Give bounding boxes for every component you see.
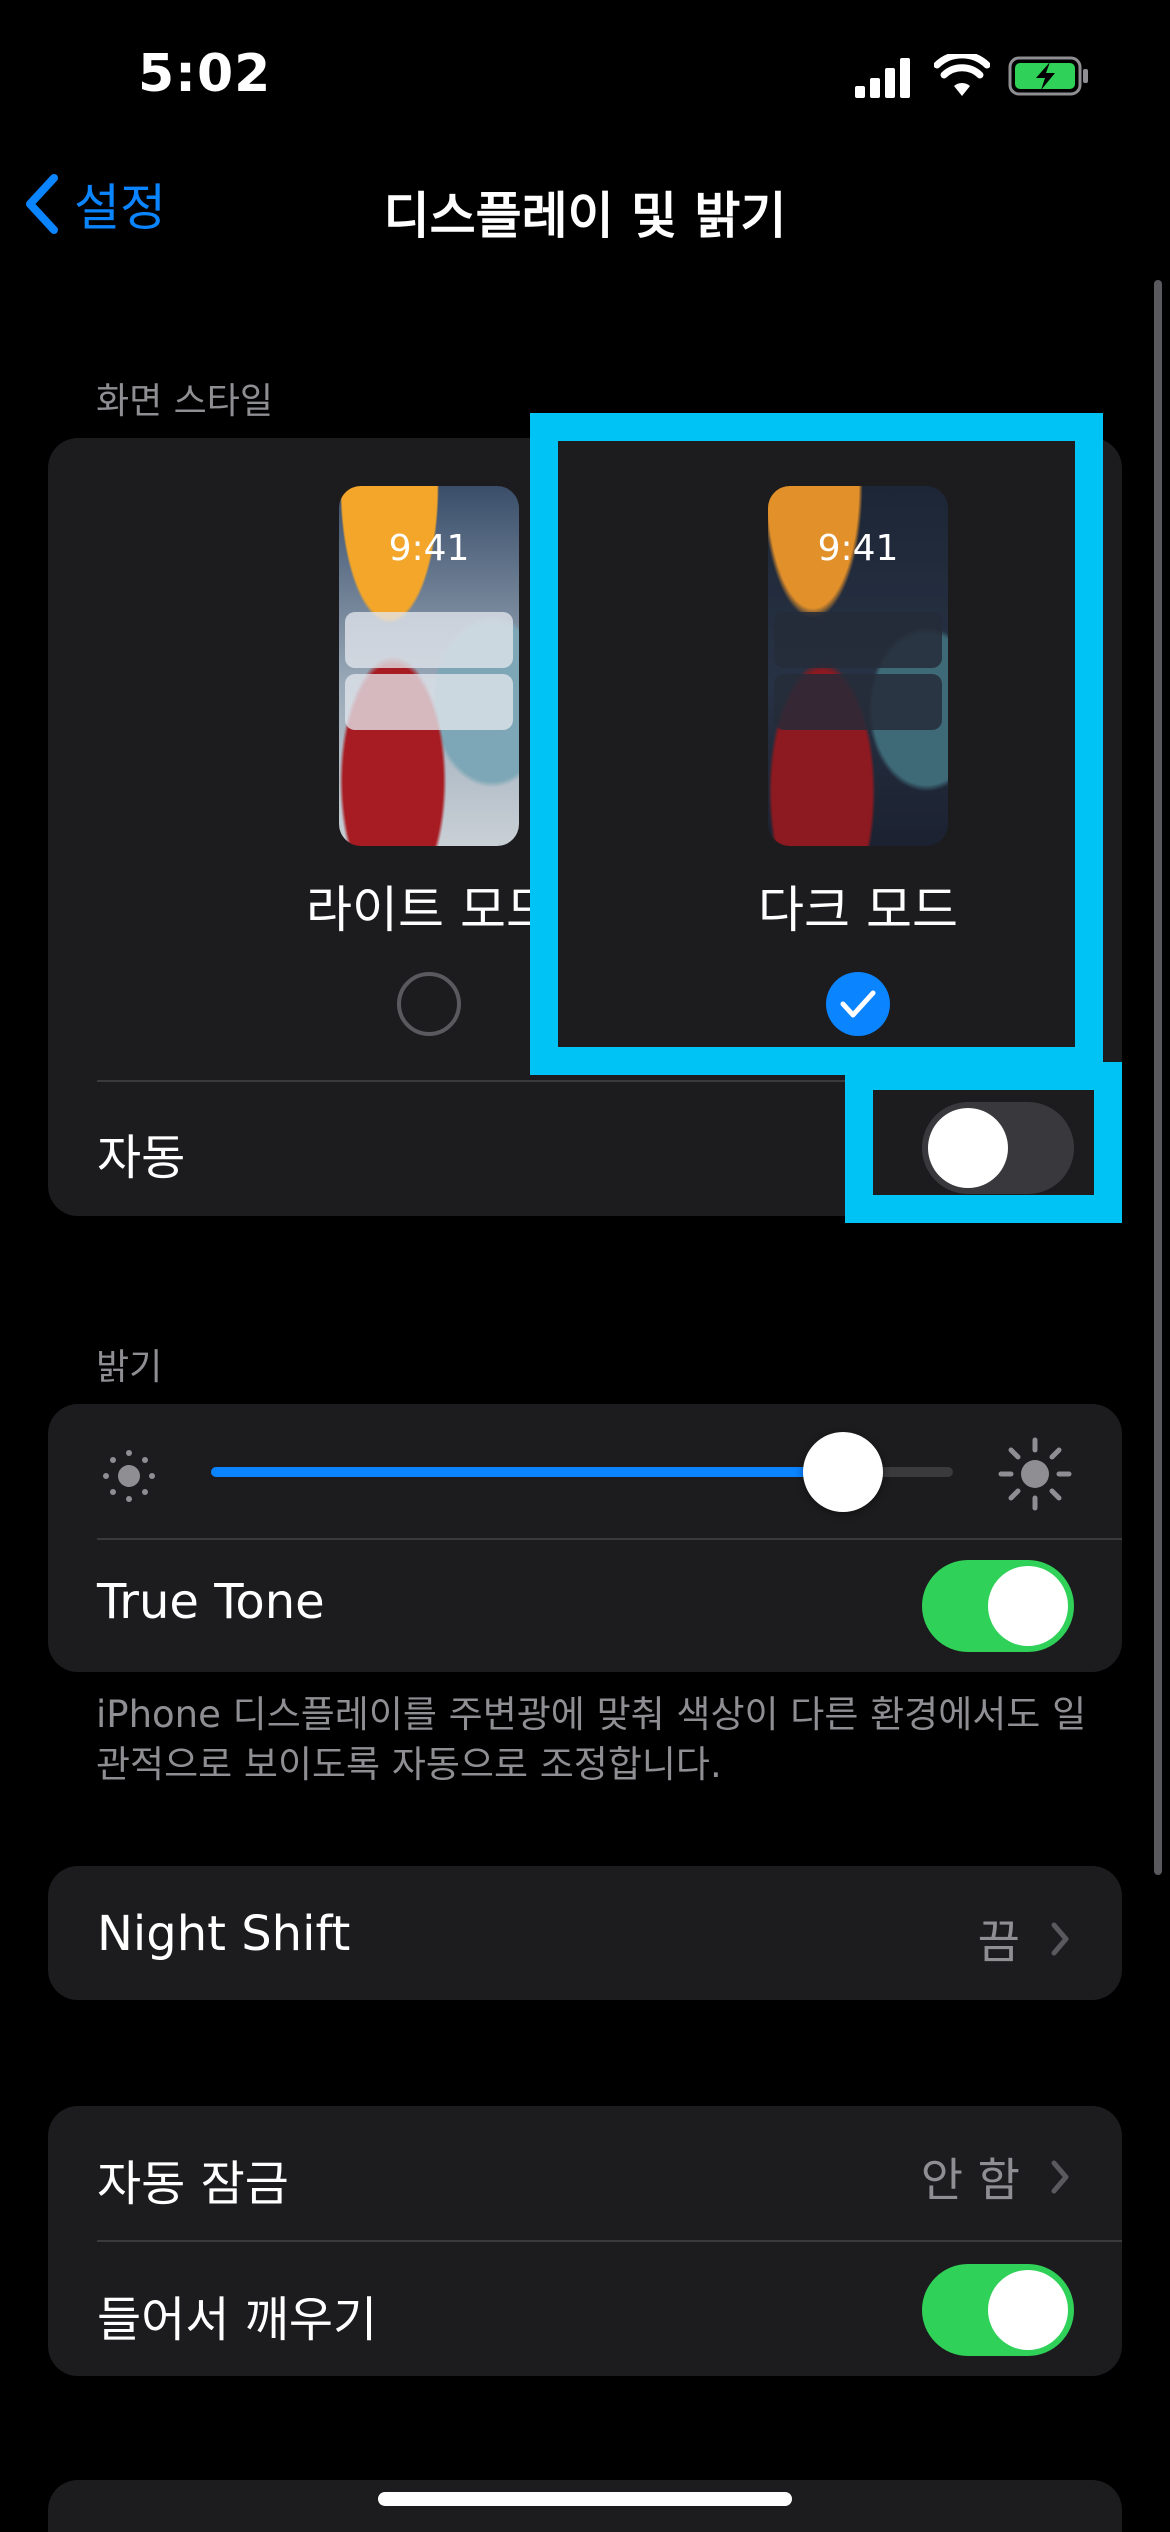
- page-title: 디스플레이 및 밝기: [383, 187, 787, 245]
- auto-lock-label: 자동 잠금: [97, 2156, 289, 2212]
- divider: [97, 2240, 1122, 2242]
- toggle-knob: [988, 2270, 1068, 2350]
- brightness-slider-fill: [211, 1467, 842, 1477]
- true-tone-footnote: iPhone 디스플레이를 주변광에 맞춰 색상이 다른 환경에서도 일관적으로…: [96, 1693, 1087, 1786]
- chevron-right-icon: [1051, 2160, 1069, 2194]
- preview-notification: [345, 674, 513, 730]
- night-shift-label: Night Shift: [97, 1906, 351, 1962]
- auto-lock-row[interactable]: 자동 잠금 안 함: [48, 2106, 1122, 2240]
- night-shift-value-group: 끔: [978, 1906, 1070, 1972]
- appearance-section-header: 화면 스타일: [96, 381, 274, 422]
- scroll-indicator[interactable]: [1154, 280, 1162, 1875]
- raise-to-wake-label: 들어서 깨우기: [97, 2292, 378, 2348]
- dark-mode-highlight: [530, 413, 1103, 1075]
- toggle-knob: [988, 1566, 1068, 1646]
- light-mode-preview: 9:41: [339, 486, 519, 846]
- status-time: 5:02: [138, 44, 272, 104]
- auto-toggle-highlight: [845, 1062, 1122, 1223]
- night-shift-value: 끔: [977, 1915, 1020, 1969]
- preview-clock: 9:41: [388, 528, 470, 569]
- brightness-slider-thumb[interactable]: [803, 1432, 883, 1512]
- light-mode-radio[interactable]: [397, 972, 461, 1036]
- preview-notification: [345, 612, 513, 668]
- sun-small-icon: [103, 1450, 155, 1502]
- raise-to-wake-toggle[interactable]: [922, 2264, 1074, 2356]
- brightness-card: True Tone: [48, 1404, 1122, 1672]
- true-tone-toggle[interactable]: [922, 1560, 1074, 1652]
- cellular-signal-icon: [855, 58, 910, 98]
- divider: [97, 1538, 1122, 1540]
- next-settings-card: [48, 2480, 1122, 2532]
- auto-label: 자동: [97, 1130, 186, 1186]
- true-tone-label: True Tone: [97, 1574, 325, 1630]
- battery-charging-icon: [1008, 56, 1088, 96]
- brightness-section-header: 밝기: [96, 1347, 163, 1388]
- auto-lock-value: 안 함: [920, 2153, 1020, 2207]
- sun-large-icon: [998, 1437, 1072, 1511]
- auto-lock-value-group: 안 함: [921, 2144, 1070, 2210]
- chevron-right-icon: [1051, 1922, 1069, 1956]
- lock-card: 자동 잠금 안 함 들어서 깨우기: [48, 2106, 1122, 2376]
- night-shift-row[interactable]: Night Shift 끔: [48, 1866, 1122, 2000]
- home-indicator[interactable]: [378, 2492, 792, 2506]
- wifi-icon: [934, 54, 990, 96]
